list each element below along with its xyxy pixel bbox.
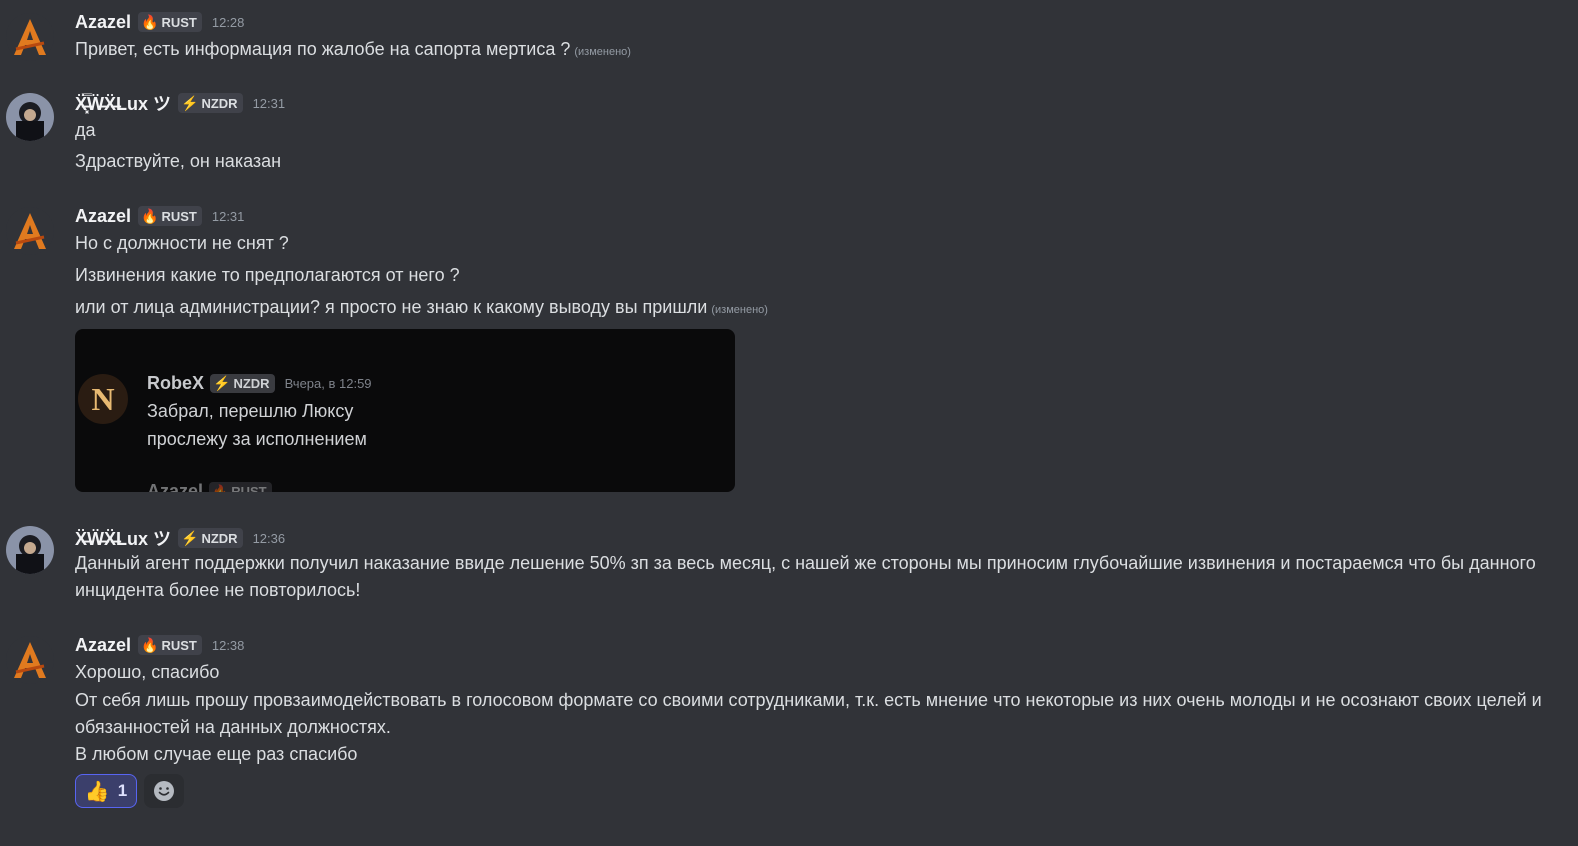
flame-icon: 🔥: [141, 636, 159, 653]
avatar-azazel[interactable]: [6, 207, 54, 255]
guild-tag[interactable]: ⚡ NZDR: [178, 93, 243, 113]
attachment-timestamp: Вчера, в 12:59: [284, 376, 372, 391]
smile-icon: [154, 781, 174, 801]
message-text: Но с должности не снят ?: [75, 233, 289, 253]
timestamp: 12:38: [211, 637, 245, 653]
message-text: Привет, есть информация по жалобе на сап…: [75, 39, 631, 59]
reactions-bar: 👍 1: [75, 774, 184, 808]
message-text: От себя лишь прошу провзаимодействовать …: [75, 690, 1542, 737]
message-text: да: [75, 120, 96, 140]
message-text: или от лица администрации? я просто не з…: [75, 297, 768, 317]
attachment-text: прослежу за исполнением: [147, 429, 367, 449]
avatar-robex: N: [78, 374, 128, 424]
lightning-icon: ⚡: [181, 94, 199, 111]
guild-tag[interactable]: 🔥 RUST: [138, 12, 202, 32]
timestamp: 12:31: [211, 208, 245, 224]
guild-tag[interactable]: ⚡ NZDR: [178, 528, 243, 548]
svg-text:N: N: [91, 381, 114, 417]
image-attachment[interactable]: N RobeX ⚡ NZDR Вчера, в 12:59 Забрал, пер…: [75, 329, 735, 492]
timestamp: 12:28: [211, 14, 245, 30]
reaction-count: 1: [117, 781, 128, 800]
guild-tag[interactable]: 🔥 RUST: [138, 635, 202, 655]
message-text: Данный агент поддержки получил наказание…: [75, 553, 1536, 600]
avatar-azazel[interactable]: [6, 636, 54, 684]
avatar-lux[interactable]: [6, 93, 54, 141]
attachment-cut-header: Azazel 🔥 RUST: [147, 481, 272, 492]
username[interactable]: Ẍ̶͓̿Ẅ̶Ẍ̶Lux ツ: [75, 90, 171, 116]
edited-label: (изменено): [711, 304, 768, 316]
attachment-text: Забрал, перешлю Люксу: [147, 401, 354, 421]
avatar-azazel[interactable]: [6, 13, 54, 61]
timestamp: 12:36: [252, 530, 286, 546]
timestamp: 12:31: [252, 95, 286, 111]
username[interactable]: Azazel: [75, 635, 131, 656]
lightning-icon: ⚡: [181, 529, 199, 546]
avatar-lux[interactable]: [6, 526, 54, 574]
flame-icon: 🔥: [141, 207, 159, 224]
message-text: Здраствуйте, он наказан: [75, 151, 282, 171]
message-text: В любом случае еще раз спасибо: [75, 744, 358, 764]
lightning-icon: ⚡: [213, 375, 231, 391]
username[interactable]: Azazel: [75, 12, 131, 33]
username[interactable]: Azazel: [75, 206, 131, 227]
thumbs-up-reaction[interactable]: 👍 1: [75, 774, 137, 808]
message-text: Хорошо, спасибо: [75, 662, 220, 682]
flame-icon: 🔥: [212, 483, 229, 493]
attachment-username: RobeX: [147, 373, 205, 393]
add-reaction-button[interactable]: [144, 774, 184, 808]
flame-icon: 🔥: [141, 13, 159, 30]
guild-tag[interactable]: 🔥 RUST: [138, 206, 202, 226]
message-text: Извинения какие то предполагаются от нег…: [75, 265, 460, 285]
edited-label: (изменено): [574, 46, 631, 58]
username[interactable]: Ẍ̶Ẅ̶Ẍ̶Lux ツ: [75, 525, 171, 551]
attachment-guild-tag: ⚡ NZDR: [210, 374, 275, 393]
thumbs-up-icon: 👍: [84, 780, 110, 803]
